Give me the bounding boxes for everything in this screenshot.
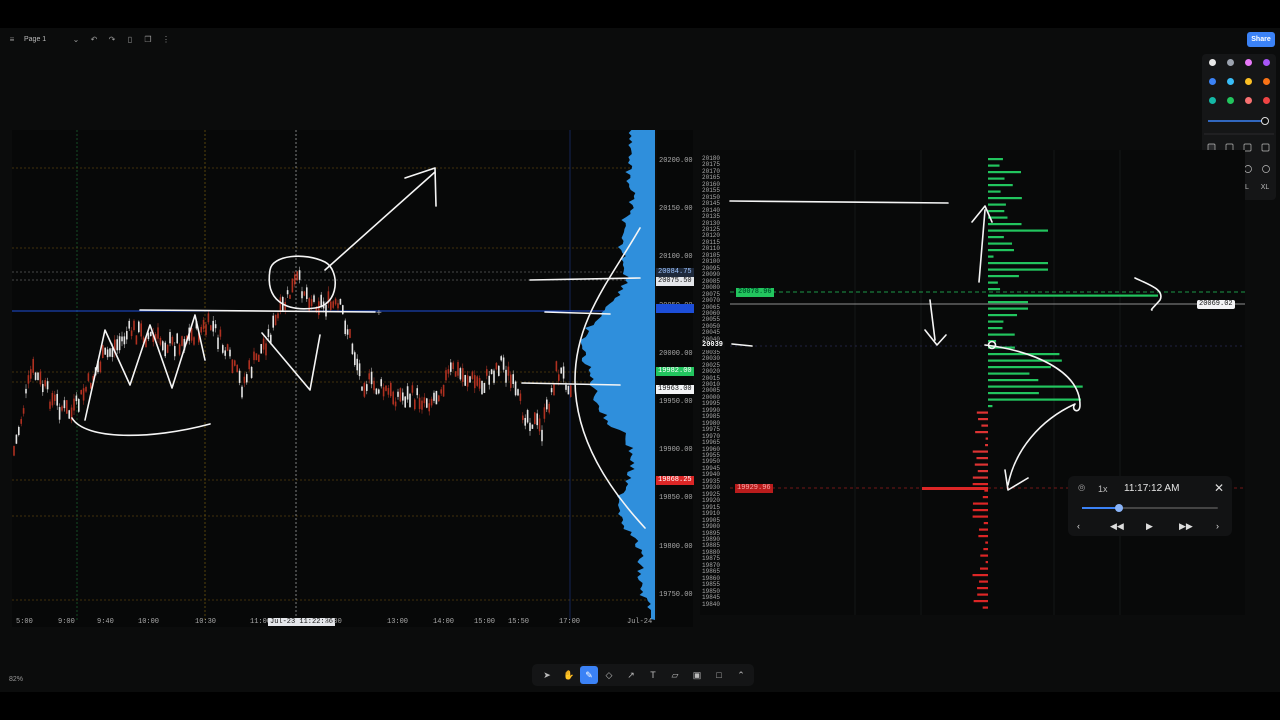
annotation-dom-dash [731, 343, 753, 347]
step-back-icon[interactable]: ‹ [1077, 521, 1080, 531]
select-icon[interactable]: ➤ [536, 666, 558, 684]
annotation-layer[interactable]: + [0, 0, 1280, 720]
annotation-line-c [521, 382, 621, 386]
text-icon[interactable]: T [642, 666, 664, 684]
rectangle-icon[interactable]: □ [708, 666, 730, 684]
annotation-line-a [529, 277, 641, 281]
annotation-up-arrow [324, 171, 436, 271]
annotation-dom-up [971, 205, 993, 283]
annotation-dom-bracket [1134, 277, 1162, 311]
annotation-line-b [544, 311, 611, 315]
annotation-v-shape [261, 332, 321, 391]
play-icon[interactable]: ▶ [1146, 521, 1153, 532]
broadcast-icon[interactable]: ⦾ [1078, 483, 1085, 494]
eraser-icon[interactable]: ◇ [598, 666, 620, 684]
annotation-dom-line [729, 200, 949, 204]
annotation-dom-loop [984, 344, 1081, 491]
playback-speed[interactable]: 1x [1098, 484, 1108, 494]
annotation-arrow-head [404, 167, 437, 207]
playback-widget: ⦾ 1x 11:17:12 AM ✕ ‹ ◀◀ ▶ ▶▶ › [1068, 476, 1232, 536]
playback-progress [1082, 507, 1119, 509]
crosshair-cursor: + [376, 308, 382, 319]
bottom-toolbar: ➤ ✋ ✎ ◇ ↗ T ▱ ▣ □ ⌃ [532, 664, 754, 686]
annotation-profile-arc [574, 227, 646, 529]
arrow-icon[interactable]: ↗ [620, 666, 642, 684]
annotation-base-curve [71, 417, 211, 437]
zoom-level[interactable]: 82% [9, 676, 23, 683]
annotation-m-pattern [84, 314, 206, 421]
image-icon[interactable]: ▣ [686, 666, 708, 684]
draw-icon[interactable]: ✎ [580, 666, 598, 684]
annotation-circle [268, 255, 337, 310]
rewind-icon[interactable]: ◀◀ [1110, 521, 1124, 532]
step-forward-icon[interactable]: › [1216, 521, 1219, 531]
note-icon[interactable]: ▱ [664, 666, 686, 684]
playback-time: 11:17:12 AM [1124, 483, 1180, 494]
close-icon[interactable]: ✕ [1214, 481, 1224, 495]
annotation-neckline [139, 309, 376, 313]
playback-slider[interactable] [1082, 504, 1218, 512]
annotation-dom-down [924, 299, 947, 346]
chevron-up-icon[interactable]: ⌃ [730, 666, 752, 684]
hand-icon[interactable]: ✋ [558, 666, 580, 684]
fast-forward-icon[interactable]: ▶▶ [1179, 521, 1193, 532]
playback-knob[interactable] [1114, 504, 1123, 512]
